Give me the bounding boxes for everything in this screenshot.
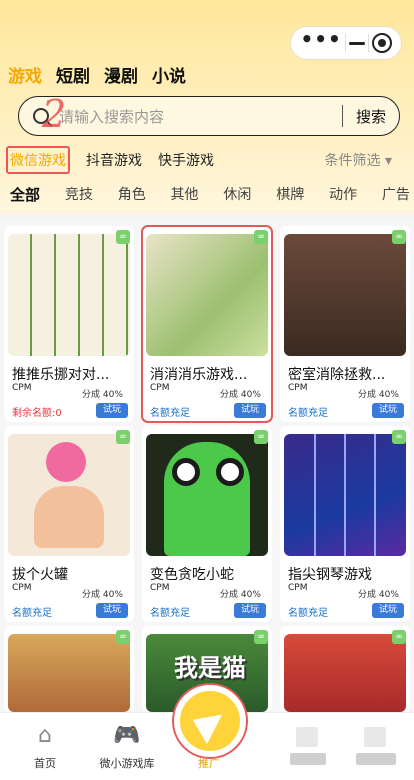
try-button[interactable]: 试玩	[372, 403, 404, 418]
game-thumbnail	[284, 434, 406, 556]
blurred-icon	[296, 727, 318, 747]
platform-wechat[interactable]: 微信游戏	[6, 146, 70, 174]
game-card[interactable]: ∞ 消消消乐游戏... CPM 分成 40% 名额充足 试玩	[141, 225, 273, 423]
header: ••• 游戏 短剧 漫剧 小说 请输入搜索内容 搜索 2 微信游戏 抖音游戏 快…	[0, 0, 414, 214]
game-thumbnail	[146, 234, 268, 356]
platform-tabs: 微信游戏 抖音游戏 快手游戏 条件筛选 ▾	[6, 146, 414, 174]
genre-ad[interactable]: 广告	[382, 184, 410, 205]
genre-all[interactable]: 全部	[10, 184, 40, 205]
genre-board[interactable]: 棋牌	[276, 184, 304, 205]
minimize-icon[interactable]	[348, 41, 365, 45]
link-icon: ∞	[254, 430, 268, 444]
link-icon: ∞	[116, 430, 130, 444]
game-thumbnail	[284, 234, 406, 356]
game-thumbnail	[8, 634, 130, 712]
game-card[interactable]: ∞ 拔个火罐 CPM 分成 40% 名额充足 试玩	[4, 426, 134, 622]
search-button[interactable]: 搜索	[343, 106, 399, 127]
game-card[interactable]: ∞ 指尖钢琴游戏 CPM 分成 40% 名额充足 试玩	[280, 426, 410, 622]
link-icon: ∞	[392, 430, 406, 444]
genre-role[interactable]: 角色	[118, 184, 146, 205]
genre-casual[interactable]: 休闲	[223, 184, 251, 205]
try-button[interactable]: 试玩	[96, 403, 128, 418]
search-input[interactable]: 请输入搜索内容	[59, 106, 342, 127]
link-icon: ∞	[116, 630, 130, 644]
genre-action[interactable]: 动作	[329, 184, 357, 205]
try-button[interactable]: 试玩	[234, 403, 266, 418]
genre-tabs: 全部 竞技 角色 其他 休闲 棋牌 动作 广告	[10, 184, 410, 205]
game-thumbnail	[146, 434, 268, 556]
filter-dropdown[interactable]: 条件筛选 ▾	[325, 150, 392, 170]
home-icon: ⌂	[38, 723, 52, 748]
genre-other[interactable]: 其他	[171, 184, 199, 205]
link-icon: ∞	[116, 230, 130, 244]
link-icon: ∞	[254, 630, 268, 644]
game-thumbnail	[284, 634, 406, 712]
platform-kuaishou[interactable]: 快手游戏	[158, 150, 214, 170]
close-target-icon[interactable]	[371, 33, 392, 53]
link-icon: ∞	[254, 230, 268, 244]
nav-promote[interactable]: 推广	[164, 755, 254, 771]
platform-douyin[interactable]: 抖音游戏	[86, 150, 142, 170]
blurred-icon	[364, 727, 386, 747]
blurred-label	[290, 753, 326, 765]
annotation-2: 2	[42, 92, 67, 136]
game-card[interactable]: ∞ 变色贪吃小蛇 CPM 分成 40% 名额充足 试玩	[142, 426, 272, 622]
game-card[interactable]: ∞	[280, 626, 410, 712]
game-thumbnail	[8, 434, 130, 556]
link-icon: ∞	[392, 230, 406, 244]
search-bar[interactable]: 请输入搜索内容 搜索	[18, 96, 400, 136]
game-card[interactable]: ∞ 密室消除拯救... CPM 分成 40% 名额充足 试玩	[280, 226, 410, 422]
tab-novel[interactable]: 小说	[152, 62, 186, 87]
tab-games[interactable]: 游戏	[8, 62, 42, 87]
bottom-nav: ⌂ 首页 🎮 微小游戏库 推广	[0, 685, 414, 780]
tab-short-drama[interactable]: 短剧	[56, 62, 90, 87]
send-icon[interactable]	[174, 685, 246, 757]
category-tabs: 游戏 短剧 漫剧 小说	[8, 62, 186, 87]
gamepad-icon: 🎮	[113, 723, 141, 748]
link-icon: ∞	[392, 630, 406, 644]
game-thumbnail	[8, 234, 130, 356]
try-button[interactable]: 试玩	[96, 603, 128, 618]
game-grid: ∞ 推推乐挪对对... CPM 分成 40% 剩余名额:0 试玩 ∞ 消消消乐游…	[0, 222, 414, 712]
try-button[interactable]: 试玩	[234, 603, 266, 618]
game-card[interactable]: ∞	[4, 626, 134, 712]
blurred-label	[356, 753, 396, 765]
game-card[interactable]: ∞ 推推乐挪对对... CPM 分成 40% 剩余名额:0 试玩	[4, 226, 134, 422]
nav-home[interactable]: ⌂ 首页	[0, 723, 90, 771]
genre-competitive[interactable]: 竞技	[65, 184, 93, 205]
more-icon[interactable]: •••	[300, 29, 341, 49]
tab-comic-drama[interactable]: 漫剧	[104, 62, 138, 87]
nav-game-library[interactable]: 🎮 微小游戏库	[82, 723, 172, 771]
mini-program-capsule: •••	[290, 26, 402, 60]
try-button[interactable]: 试玩	[372, 603, 404, 618]
